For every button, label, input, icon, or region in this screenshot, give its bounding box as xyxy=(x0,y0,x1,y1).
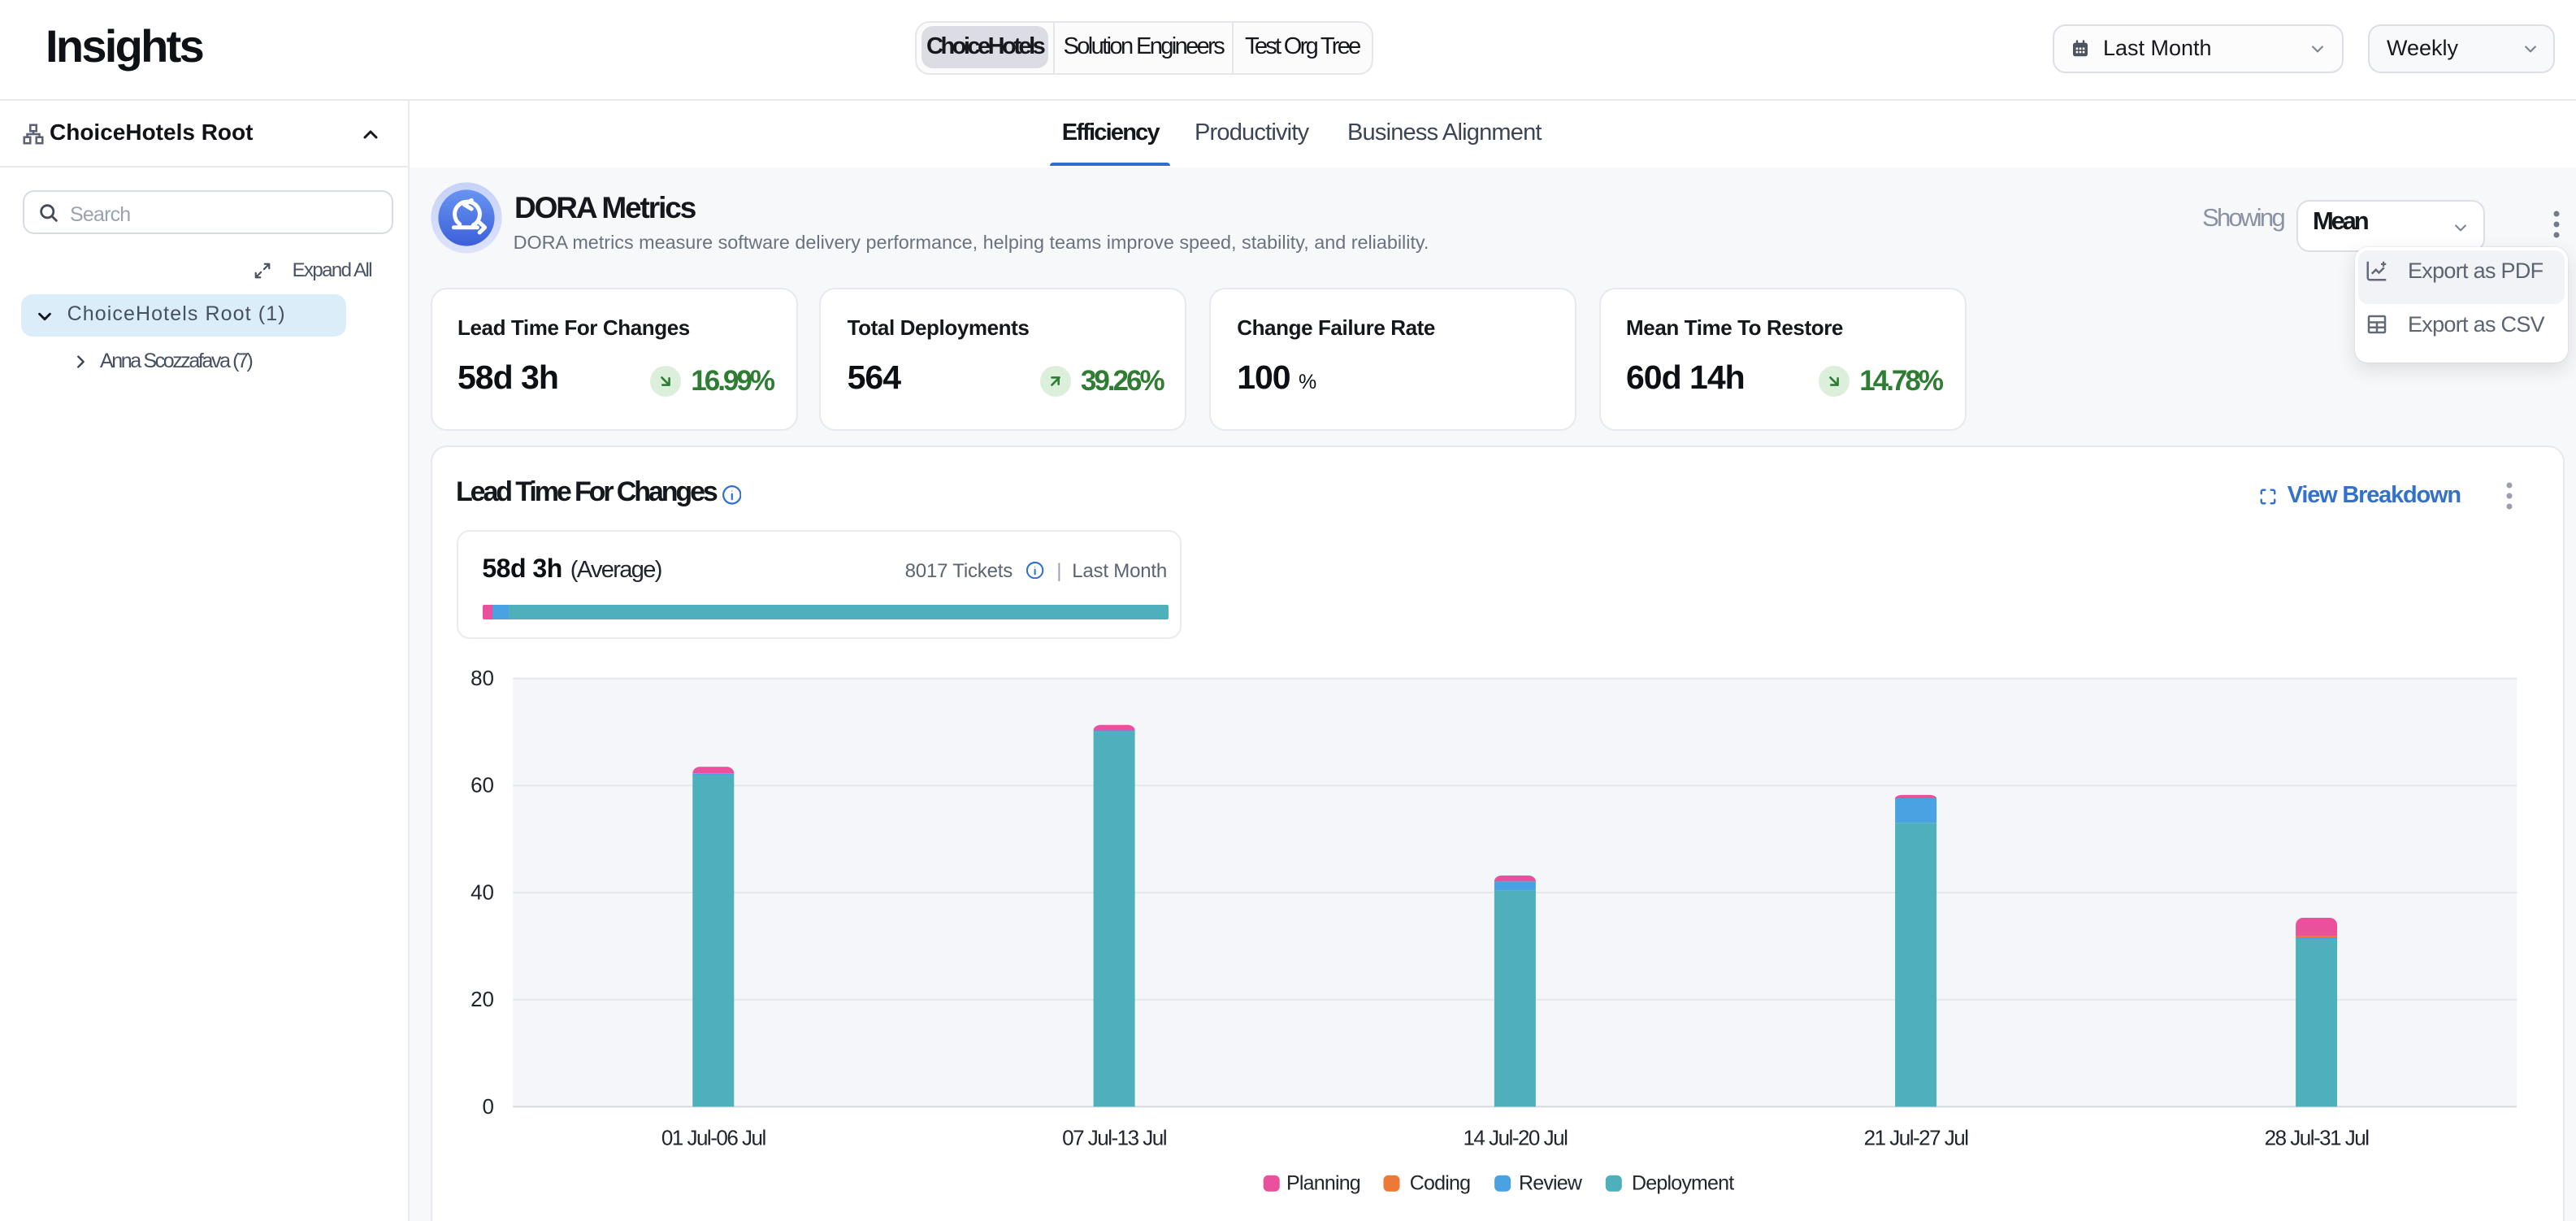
svg-text:20: 20 xyxy=(470,987,493,1011)
svg-text:01 Jul-06 Jul: 01 Jul-06 Jul xyxy=(661,1125,765,1149)
svg-text:28 Jul-31 Jul: 28 Jul-31 Jul xyxy=(2264,1125,2369,1149)
svg-text:60: 60 xyxy=(470,773,493,797)
svg-text:Coding: Coding xyxy=(1409,1172,1469,1195)
svg-text:Review: Review xyxy=(1518,1172,1582,1195)
svg-text:14 Jul-20 Jul: 14 Jul-20 Jul xyxy=(1462,1125,1567,1149)
svg-text:40: 40 xyxy=(470,880,493,904)
svg-text:07 Jul-13 Jul: 07 Jul-13 Jul xyxy=(1061,1125,1166,1149)
svg-text:Deployment: Deployment xyxy=(1631,1172,1733,1195)
svg-text:80: 80 xyxy=(470,666,493,690)
svg-text:0: 0 xyxy=(482,1094,493,1119)
svg-text:Planning: Planning xyxy=(1286,1172,1360,1195)
svg-text:21 Jul-27 Jul: 21 Jul-27 Jul xyxy=(1863,1125,1968,1149)
